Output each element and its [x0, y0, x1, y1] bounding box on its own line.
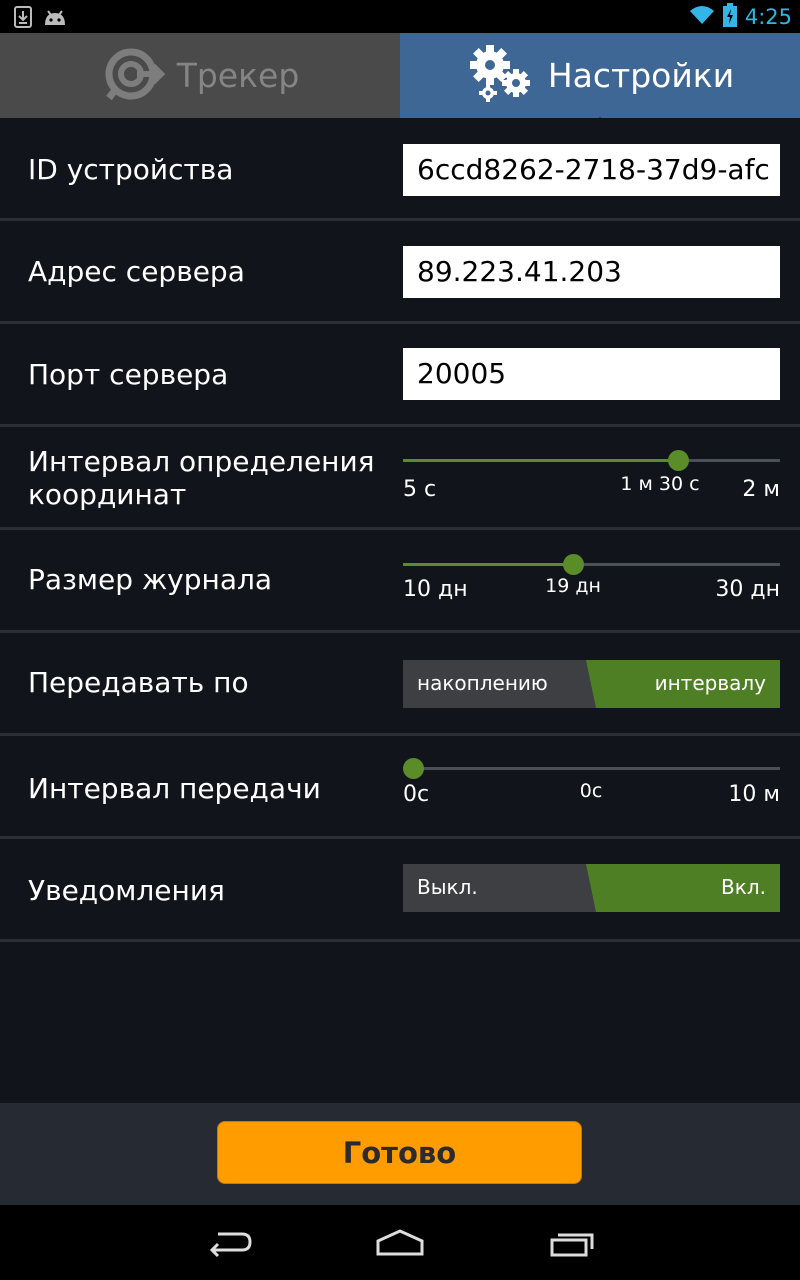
setting-server-port: Порт сервера 20005 [0, 324, 800, 427]
setting-location-interval: Интервал определения координат 5 с 1 м 3… [0, 427, 800, 530]
slider-min-label: 10 дн [403, 577, 468, 602]
log-size-slider[interactable]: 10 дн 19 дн 30 дн [403, 554, 780, 623]
tab-settings[interactable]: Настройки [400, 33, 800, 118]
android-icon [42, 7, 68, 31]
setting-send-interval: Интервал передачи 0с 0с 10 м [0, 736, 800, 839]
tracker-icon [101, 42, 165, 110]
setting-server-address: Адрес сервера 89.223.41.203 [0, 221, 800, 324]
home-icon[interactable] [370, 1225, 430, 1261]
location-interval-label: Интервал определения координат [28, 445, 375, 511]
slider-fill [403, 459, 678, 462]
download-icon [14, 6, 32, 32]
setting-log-size: Размер журнала 10 дн 19 дн 30 дн [0, 530, 800, 633]
settings-list: ID устройства 6ccd8262-2718-37d9-afc Адр… [0, 118, 800, 942]
gears-icon [466, 43, 536, 109]
setting-send-by: Передавать по накоплению интервалу [0, 633, 800, 736]
action-bar: Готово [0, 1103, 800, 1205]
back-icon[interactable] [200, 1225, 260, 1261]
location-interval-slider[interactable]: 5 с 1 м 30 с 2 м [403, 450, 780, 519]
battery-charging-icon [722, 3, 737, 31]
send-by-option-accumulation[interactable]: накоплению [417, 671, 548, 695]
setting-notifications: Уведомления Выкл. Вкл. [0, 839, 800, 942]
slider-max-label: 10 м [728, 782, 780, 807]
navigation-bar [0, 1205, 800, 1280]
server-port-field[interactable]: 20005 [403, 348, 780, 400]
tab-tracker[interactable]: Трекер [0, 33, 400, 118]
wifi-icon [689, 4, 715, 30]
send-by-label: Передавать по [28, 666, 249, 699]
log-size-label: Размер журнала [28, 563, 273, 596]
slider-current-label: 19 дн [545, 575, 601, 597]
status-bar: 4:25 [0, 0, 800, 33]
send-by-option-interval[interactable]: интервалу [655, 671, 766, 695]
notifications-toggle[interactable]: Выкл. Вкл. [403, 864, 780, 912]
done-button[interactable]: Готово [217, 1121, 582, 1184]
tab-bar: Трекер Настройки [0, 33, 800, 118]
slider-thumb[interactable] [403, 758, 424, 779]
slider-current-label: 1 м 30 с [620, 473, 700, 495]
clock: 4:25 [744, 5, 792, 29]
slider-max-label: 2 м [742, 477, 780, 502]
notifications-option-on[interactable]: Вкл. [721, 875, 766, 899]
send-interval-label: Интервал передачи [28, 772, 321, 805]
device-id-label: ID устройства [28, 153, 234, 186]
slider-max-label: 30 дн [715, 577, 780, 602]
location-interval-label-line2: координат [28, 478, 187, 511]
recent-apps-icon[interactable] [542, 1225, 602, 1261]
slider-thumb[interactable] [668, 450, 689, 471]
send-interval-slider[interactable]: 0с 0с 10 м [403, 758, 780, 827]
device-id-field[interactable]: 6ccd8262-2718-37d9-afc [403, 144, 780, 196]
server-address-label: Адрес сервера [28, 255, 245, 288]
slider-current-label: 0с [579, 780, 603, 802]
send-by-toggle[interactable]: накоплению интервалу [403, 660, 780, 708]
server-port-label: Порт сервера [28, 358, 229, 391]
server-address-field[interactable]: 89.223.41.203 [403, 246, 780, 298]
slider-fill [403, 563, 573, 566]
setting-device-id: ID устройства 6ccd8262-2718-37d9-afc [0, 118, 800, 221]
tab-settings-label: Настройки [547, 56, 735, 95]
notifications-option-off[interactable]: Выкл. [417, 875, 478, 899]
slider-min-label: 5 с [403, 477, 437, 502]
location-interval-label-line1: Интервал определения [28, 445, 375, 478]
notifications-label: Уведомления [28, 874, 225, 907]
slider-min-label: 0с [403, 782, 430, 807]
slider-track [403, 767, 780, 770]
tab-tracker-label: Трекер [176, 56, 300, 95]
slider-thumb[interactable] [563, 554, 584, 575]
